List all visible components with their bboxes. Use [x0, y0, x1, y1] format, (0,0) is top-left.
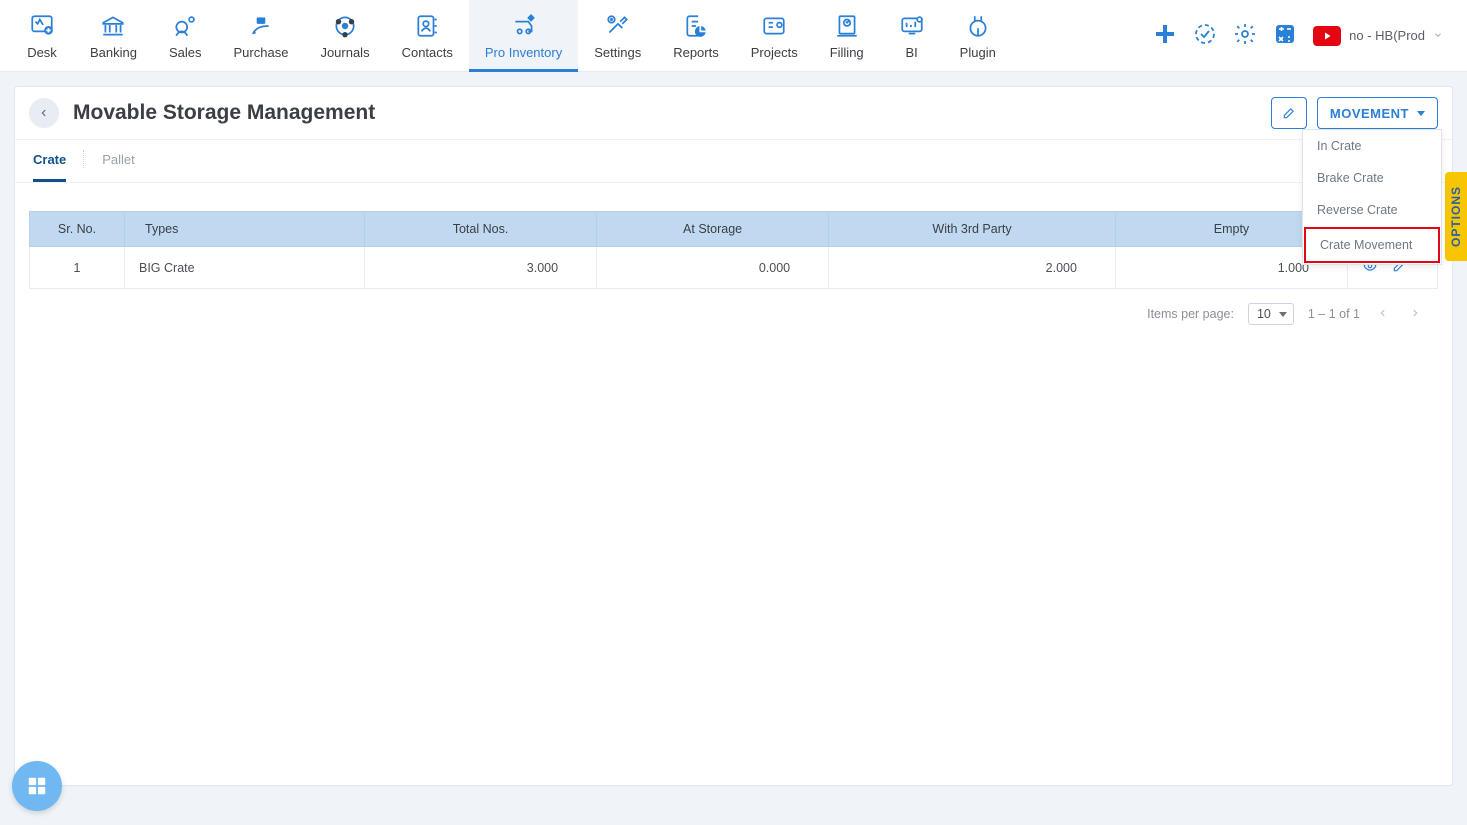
- nav-contacts[interactable]: Contacts: [386, 0, 469, 72]
- col-sr: Sr. No.: [30, 212, 125, 247]
- settings-icon: [604, 13, 632, 39]
- nav-journals[interactable]: Journals: [304, 0, 385, 72]
- chevron-down-icon: [1417, 111, 1425, 116]
- nav-label: Banking: [90, 45, 137, 60]
- nav-label: Purchase: [234, 45, 289, 60]
- nav-desk[interactable]: Desk: [10, 0, 74, 72]
- per-page-select[interactable]: 10: [1248, 303, 1294, 325]
- next-page-button[interactable]: [1406, 306, 1424, 323]
- options-side-tab[interactable]: OPTIONS: [1445, 172, 1467, 261]
- youtube-icon: [1313, 26, 1341, 46]
- table-header-row: Sr. No. Types Total Nos. At Storage With…: [30, 212, 1438, 247]
- nav-label: Journals: [320, 45, 369, 60]
- projects-icon: [760, 13, 788, 39]
- pro-inventory-icon: [510, 13, 538, 39]
- nav-sales[interactable]: Sales: [153, 0, 218, 72]
- cell-storage: 0.000: [597, 247, 829, 289]
- nav-purchase[interactable]: Purchase: [218, 0, 305, 72]
- paginator: Items per page: 10 1 – 1 of 1: [15, 295, 1452, 333]
- prev-page-button[interactable]: [1374, 306, 1392, 323]
- dropdown-item-in-crate[interactable]: In Crate: [1303, 130, 1441, 162]
- col-third: With 3rd Party: [829, 212, 1116, 247]
- sales-icon: [171, 13, 199, 39]
- tabs: Crate Pallet: [15, 140, 1452, 183]
- movement-dropdown: In Crate Brake Crate Reverse Crate Crate…: [1302, 129, 1442, 265]
- nav-plugin[interactable]: Plugin: [944, 0, 1012, 72]
- dropdown-item-brake-crate[interactable]: Brake Crate: [1303, 162, 1441, 194]
- add-icon[interactable]: [1153, 22, 1177, 49]
- sync-icon[interactable]: [1193, 22, 1217, 49]
- page-title: Movable Storage Management: [73, 101, 375, 125]
- topnav-right: no - HB(Prod: [1153, 22, 1457, 49]
- dropdown-item-crate-movement[interactable]: Crate Movement: [1304, 227, 1440, 263]
- chevron-down-icon: [1433, 28, 1443, 43]
- nav-bi[interactable]: BI: [880, 0, 944, 72]
- top-navigation: Desk Banking Sales Purchase Journals Con…: [0, 0, 1467, 72]
- nav-reports[interactable]: Reports: [657, 0, 735, 72]
- table-row: 1 BIG Crate 3.000 0.000 2.000 1.000: [30, 247, 1438, 289]
- org-selector[interactable]: no - HB(Prod: [1313, 26, 1443, 46]
- reports-icon: [682, 13, 710, 39]
- plugin-icon: [964, 13, 992, 39]
- col-storage: At Storage: [597, 212, 829, 247]
- edit-button[interactable]: [1271, 97, 1307, 129]
- nav-label: BI: [906, 45, 918, 60]
- cell-sr: 1: [30, 247, 125, 289]
- cell-types: BIG Crate: [125, 247, 365, 289]
- desk-icon: [28, 13, 56, 39]
- calculator-icon[interactable]: [1273, 22, 1297, 49]
- movement-label: MOVEMENT: [1330, 106, 1409, 121]
- nav-label: Desk: [27, 45, 57, 60]
- filling-icon: [833, 13, 861, 39]
- cell-third: 2.000: [829, 247, 1116, 289]
- table-container: Sr. No. Types Total Nos. At Storage With…: [15, 183, 1452, 295]
- nav-label: Settings: [594, 45, 641, 60]
- nav-pro-inventory[interactable]: Pro Inventory: [469, 0, 578, 72]
- storage-table: Sr. No. Types Total Nos. At Storage With…: [29, 211, 1438, 289]
- gear-icon[interactable]: [1233, 22, 1257, 49]
- journals-icon: [331, 13, 359, 39]
- purchase-icon: [247, 13, 275, 39]
- dropdown-item-reverse-crate[interactable]: Reverse Crate: [1303, 194, 1441, 226]
- nav-label: Projects: [751, 45, 798, 60]
- apps-floating-button[interactable]: [12, 761, 62, 811]
- col-types: Types: [125, 212, 365, 247]
- back-button[interactable]: [29, 98, 59, 128]
- nav-filling[interactable]: Filling: [814, 0, 880, 72]
- col-total: Total Nos.: [365, 212, 597, 247]
- cell-total: 3.000: [365, 247, 597, 289]
- banking-icon: [99, 13, 127, 39]
- nav-label: Pro Inventory: [485, 45, 562, 60]
- nav-label: Filling: [830, 45, 864, 60]
- nav-settings[interactable]: Settings: [578, 0, 657, 72]
- items-per-page-label: Items per page:: [1147, 307, 1234, 321]
- per-page-value: 10: [1257, 307, 1271, 321]
- org-label: no - HB(Prod: [1349, 28, 1425, 43]
- page-range: 1 – 1 of 1: [1308, 307, 1360, 321]
- tab-pallet[interactable]: Pallet: [102, 140, 135, 182]
- contacts-icon: [413, 13, 441, 39]
- nav-label: Plugin: [960, 45, 996, 60]
- nav-banking[interactable]: Banking: [74, 0, 153, 72]
- page-card: Movable Storage Management MOVEMENT In C…: [14, 86, 1453, 786]
- tab-crate[interactable]: Crate: [33, 140, 66, 182]
- nav-label: Sales: [169, 45, 202, 60]
- nav-projects[interactable]: Projects: [735, 0, 814, 72]
- movement-button[interactable]: MOVEMENT: [1317, 97, 1438, 129]
- bi-icon: [898, 13, 926, 39]
- nav-label: Reports: [673, 45, 719, 60]
- nav-label: Contacts: [402, 45, 453, 60]
- nav-items: Desk Banking Sales Purchase Journals Con…: [10, 0, 1012, 72]
- page-header: Movable Storage Management MOVEMENT In C…: [15, 87, 1452, 140]
